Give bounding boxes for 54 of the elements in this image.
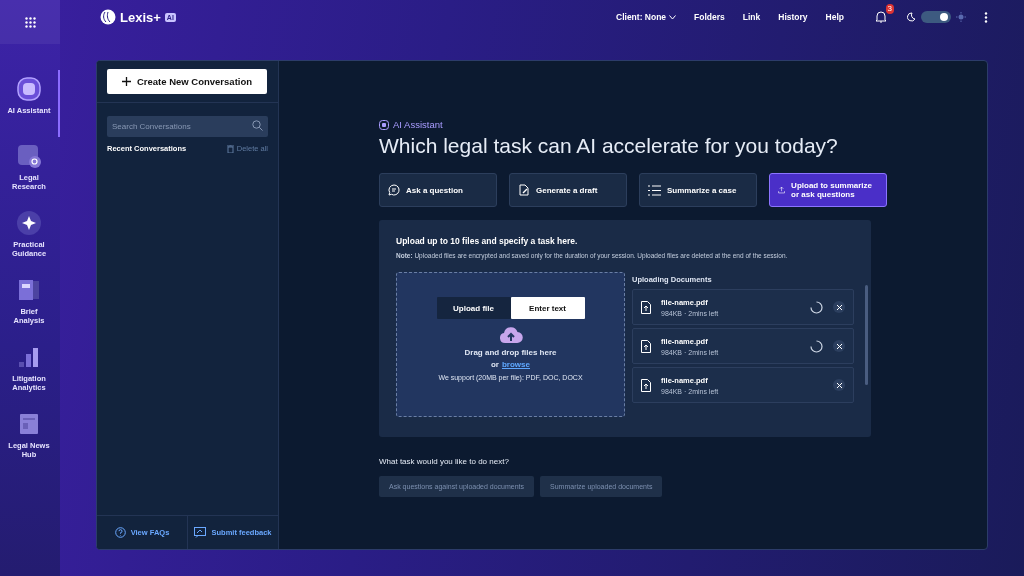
search-field[interactable]: Search Conversations (107, 116, 268, 137)
file-upload-icon (641, 300, 651, 314)
sun-icon (956, 12, 966, 22)
theme-toggle[interactable] (921, 11, 951, 23)
page-pencil-icon (518, 184, 530, 196)
plus-icon (121, 77, 131, 86)
logo-icon (100, 9, 116, 25)
document-icon (16, 277, 42, 303)
upload-icon (778, 184, 786, 196)
remove-file-button[interactable] (833, 340, 845, 352)
assistant-icon (379, 119, 389, 130)
cloud-upload-icon (498, 327, 523, 344)
magnifier-card-icon (16, 143, 42, 169)
feedback-icon (194, 527, 207, 538)
or-text: or (491, 360, 499, 369)
create-conversation-button[interactable]: Create New Conversation (107, 69, 267, 94)
bell-icon[interactable] (874, 10, 888, 24)
file-upload-icon (641, 378, 651, 392)
remove-file-button[interactable] (833, 301, 845, 313)
browse-link[interactable]: browse (502, 360, 530, 369)
speech-bubble-icon (388, 184, 400, 196)
more-icon[interactable] (984, 11, 988, 23)
nav-link[interactable]: History (778, 12, 808, 22)
trash-icon (226, 144, 234, 153)
next-task-title: What task would you like to do next? (379, 457, 510, 466)
sparkle-icon (16, 210, 42, 236)
task-button[interactable]: Ask a question (379, 173, 497, 207)
close-icon (836, 382, 842, 388)
chevron-down-icon (669, 14, 677, 20)
nav-link[interactable]: Help (825, 12, 844, 22)
grid-icon (24, 16, 36, 28)
search-icon (252, 120, 263, 131)
help-icon (114, 527, 126, 538)
task-button[interactable]: Summarize a case (639, 173, 757, 207)
drop-text: Drag and drop files here (464, 348, 557, 357)
notification-badge: 3 (885, 4, 894, 14)
list-icon (648, 184, 661, 196)
close-icon (836, 304, 842, 310)
upload-title: Upload up to 10 files and specify a task here. (396, 236, 579, 246)
client-dropdown[interactable]: Client: None (616, 12, 677, 22)
remove-file-button[interactable] (833, 379, 845, 391)
close-icon (836, 343, 842, 349)
nav-link[interactable]: Folders (694, 12, 725, 22)
eyebrow-title: AI Assistant (393, 119, 443, 130)
nav-link[interactable]: Link (742, 12, 761, 22)
upload-tab[interactable]: Upload file (436, 297, 511, 319)
page-heading: Which legal task can AI accelerate for you today? (379, 134, 839, 158)
upload-tab[interactable]: Enter text (510, 297, 585, 319)
moon-icon (906, 12, 916, 22)
file-upload-icon (641, 339, 651, 353)
task-button[interactable]: Generate a draft (509, 173, 627, 207)
chat-bubble-icon (16, 76, 42, 102)
task-button[interactable]: Upload to summarize or ask questions (769, 173, 887, 207)
logo-text: Lexis+ (120, 9, 161, 25)
